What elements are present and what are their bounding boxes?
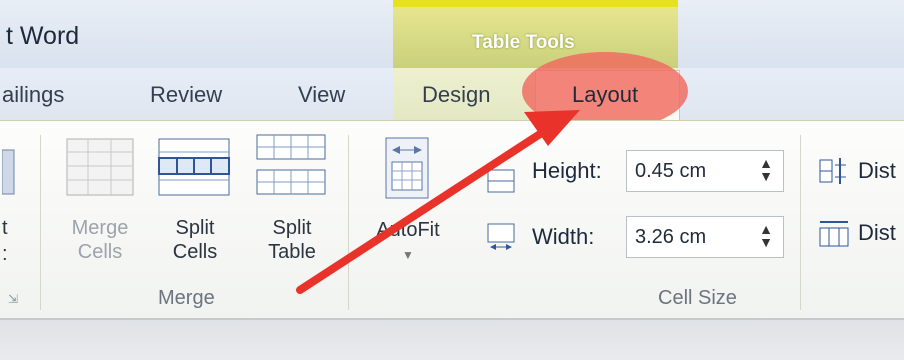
- annotation-arrow-icon: [296, 110, 580, 294]
